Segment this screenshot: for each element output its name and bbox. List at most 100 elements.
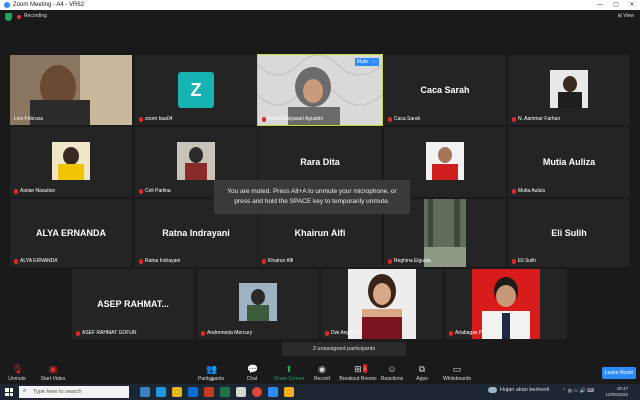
participant-name: Ratna Indrayani <box>145 258 181 264</box>
task-view-icon[interactable] <box>140 387 150 397</box>
participant-name: Andromeda Mercury <box>207 330 253 336</box>
participant-name-label: Ratna Indrayani <box>139 258 180 264</box>
participant-name: Celi Parlina <box>145 188 171 194</box>
breakout-rooms-button[interactable]: ⊞ 1 Breakout Rooms <box>338 364 378 382</box>
leave-room-button[interactable]: Leave Room <box>602 367 636 379</box>
windows-start-icon[interactable] <box>5 388 13 396</box>
minimize-button[interactable]: — <box>592 0 608 10</box>
participant-tile[interactable]: Caca Sarah Caca Sarah <box>384 55 506 125</box>
participant-tile[interactable]: Asrian Nasution <box>10 127 132 197</box>
zoom-logo-icon <box>4 2 10 8</box>
participant-name: Mutia Auliza <box>518 188 545 194</box>
participant-tile[interactable]: Dwi Angga <box>321 269 443 339</box>
muted-notification-line2: press and hold the SPACE key to temporar… <box>234 198 390 205</box>
security-shield-icon[interactable] <box>5 13 12 21</box>
microphone-muted-icon: 🎙 <box>12 364 24 374</box>
word-app-icon[interactable] <box>188 387 198 397</box>
apps-label: Apps <box>416 376 428 382</box>
unassigned-participants-button[interactable]: 2 unassigned participants <box>282 342 406 356</box>
weather-widget[interactable]: Hujan akan berhenti <box>488 387 549 393</box>
sticky-notes-icon[interactable] <box>284 387 294 397</box>
participant-tile[interactable]: N. Aammar Farhan <box>508 55 630 125</box>
muted-notification-line1: You are muted. Press Alt+A to unmute you… <box>227 188 397 195</box>
mail-app-icon[interactable] <box>236 387 246 397</box>
share-screen-button[interactable]: ⬆ Share Screen <box>272 365 306 383</box>
participant-center-name: Ratna Indrayani <box>162 228 230 238</box>
system-tray-icons[interactable]: ⌃ ◍ ▭ 🔊 ⌨ <box>562 388 594 394</box>
recording-label: Recording <box>24 13 47 19</box>
record-button[interactable]: ◉ Record <box>312 365 332 383</box>
zoom-app-icon[interactable] <box>268 387 278 397</box>
search-placeholder: Type here to search <box>33 389 82 395</box>
record-label: Record <box>313 376 331 382</box>
excel-app-icon[interactable] <box>220 387 230 397</box>
participant-video <box>550 70 588 108</box>
participant-name-label: zoom baa04 <box>139 116 173 122</box>
meeting-top-bar: Recording ⊞ View <box>0 10 640 24</box>
breakout-badge: 1 <box>362 364 367 373</box>
whiteboards-label: Whiteboards <box>442 376 472 382</box>
participant-tile[interactable]: Z zoom baa04 <box>135 55 257 125</box>
view-button[interactable]: ⊞ View <box>618 13 634 19</box>
participant-name: Eli Sulih <box>518 258 537 264</box>
breakout-rooms-label: Breakout Rooms <box>339 376 377 382</box>
video-off-icon: ▣ <box>48 364 58 374</box>
participant-name: Prima Mulyasari Agustini <box>268 116 323 122</box>
participant-name-label: Caca Sarah <box>388 116 420 122</box>
mic-muted-icon <box>262 258 266 264</box>
file-explorer-icon[interactable] <box>172 387 182 397</box>
chrome-browser-icon[interactable] <box>252 387 262 397</box>
participant-tile[interactable]: Mutia Auliza Mutia Auliza <box>508 127 630 197</box>
mic-muted-icon <box>388 116 392 122</box>
mic-muted-icon <box>139 116 143 122</box>
participant-tile[interactable]: ASEP RAHMAT... ASEF RAHMAT GOFUR <box>72 269 194 339</box>
close-button[interactable]: ✕ <box>624 0 640 10</box>
participant-name-label: Livo Februsa <box>14 116 43 122</box>
mic-muted-icon <box>262 116 266 122</box>
more-options-button[interactable]: ··· <box>370 58 379 66</box>
reactions-button[interactable]: ☺ Reactions <box>380 365 404 383</box>
participant-name: Livo Februsa <box>14 116 43 122</box>
participant-name: Ariabagas P <box>455 330 483 336</box>
participant-name: Caca Sarah <box>394 116 421 122</box>
apps-button[interactable]: ⧉ Apps <box>414 365 430 383</box>
mute-participant-button[interactable]: Mute <box>354 58 370 66</box>
participant-name: ALYA ERNANDA <box>20 258 58 264</box>
participant-name: ASEF RAHMAT GOFUR <box>82 330 137 336</box>
taskbar-clock[interactable]: 18:47 12/06/2022 <box>605 386 628 398</box>
whiteboards-button[interactable]: ▭ Whiteboards <box>440 364 474 383</box>
edge-browser-icon[interactable] <box>156 387 166 397</box>
participant-video <box>348 269 416 339</box>
participants-button[interactable]: 👥19 Participants <box>196 365 226 383</box>
participant-name-label: Eli Sulih <box>512 258 536 264</box>
muted-notification: You are muted. Press Alt+A to unmute you… <box>214 180 410 214</box>
participant-name: Reghina Elgusta <box>394 258 431 264</box>
mic-muted-icon <box>388 258 392 264</box>
participant-center-name: Rara Dita <box>300 157 340 167</box>
participant-video <box>239 283 277 321</box>
start-video-button[interactable]: ▣ Start Video <box>38 364 68 383</box>
chat-button[interactable]: 💬 Chat <box>244 364 260 383</box>
mic-muted-icon <box>512 188 516 194</box>
mic-muted-icon <box>512 116 516 122</box>
participant-tile[interactable]: Livo Februsa <box>10 55 132 125</box>
participant-video <box>424 199 466 267</box>
taskbar-search-input[interactable]: ⌕ Type here to search <box>19 386 129 398</box>
participant-name-label: N. Aammar Farhan <box>512 116 560 122</box>
unmute-button[interactable]: 🎙 Unmute <box>6 364 28 383</box>
chat-icon: 💬 <box>247 364 259 374</box>
participant-center-name: Mutia Auliza <box>542 157 596 167</box>
breakout-rooms-icon: ⊞ 1 <box>354 364 367 374</box>
participant-name: Asrian Nasution <box>20 188 56 194</box>
avatar: Z <box>178 72 214 108</box>
participant-tile-active-speaker[interactable]: Mute ··· Prima Mulyasari Agustini <box>257 54 383 126</box>
participant-tile[interactable]: Andromeda Mercury <box>197 269 319 339</box>
whiteboard-icon: ▭ <box>452 364 462 374</box>
participant-tile[interactable]: ALYA ERNANDA ALYA ERNANDA <box>10 199 132 267</box>
participant-tile[interactable]: Eli Sulih Eli Sulih <box>508 199 630 267</box>
mic-muted-icon <box>14 258 18 264</box>
maximize-button[interactable]: ▢ <box>608 0 624 10</box>
participant-tile[interactable]: Ariabagas P <box>445 269 567 339</box>
powerpoint-app-icon[interactable] <box>204 387 214 397</box>
mic-muted-icon <box>139 258 143 264</box>
